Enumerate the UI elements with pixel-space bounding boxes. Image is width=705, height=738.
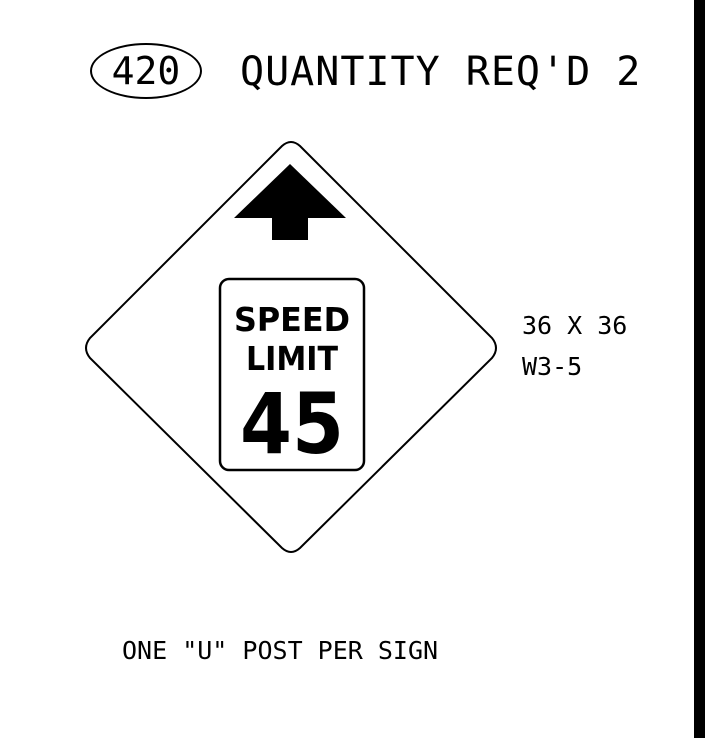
sign-size-label: 36 X 36 <box>522 311 628 340</box>
quantity-required-text: QUANTITY REQ'D 2 <box>240 49 642 95</box>
right-border-rule <box>694 0 705 738</box>
sign-code-label: W3-5 <box>522 352 583 381</box>
item-number: 420 <box>111 49 181 93</box>
item-number-oval: 420 <box>90 43 202 99</box>
sign-line-speed: SPEED <box>234 300 350 339</box>
post-note: ONE "U" POST PER SIGN <box>122 636 439 665</box>
sign-line-limit: LIMIT <box>246 339 338 378</box>
warning-sign-diagram: SPEED LIMIT 45 <box>85 141 497 553</box>
sign-speed-value: 45 <box>240 375 344 473</box>
